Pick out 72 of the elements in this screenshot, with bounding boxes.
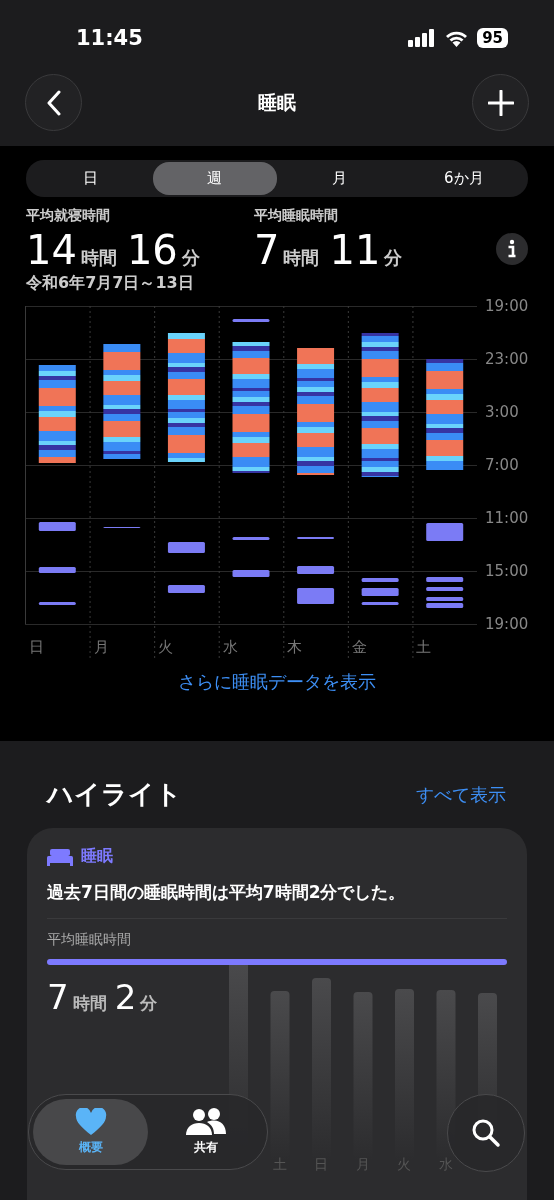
period-tab[interactable]: 月 [277,162,402,195]
nap-bar [426,577,464,582]
nap-bar [38,602,76,605]
nap-bar [426,587,464,591]
nap-bar [167,542,205,553]
screen-title: 睡眠 [258,89,296,115]
status-time: 11:45 [76,26,143,50]
period-tab[interactable]: 6か月 [401,162,526,195]
day-label: 金 [350,637,368,658]
period-tab[interactable]: 週 [152,162,277,195]
tab-item[interactable]: 概要 [33,1099,148,1165]
nap-bar [297,566,335,574]
stat-value: 16 [126,227,178,273]
heart-icon [74,1108,107,1136]
nap-bar [297,588,335,604]
stat-unit: 時間 [80,246,117,270]
people-icon [184,1108,227,1136]
nap-bar [38,567,76,573]
nap-bar [426,523,464,541]
metric-unit: 分 [140,992,158,1015]
stat-label: 平均睡眠時間 [254,207,339,225]
metric-label: 平均睡眠時間 [47,931,132,949]
metric-unit: 時間 [72,992,107,1015]
tab-item[interactable]: 共有 [148,1099,263,1165]
info-icon [507,239,517,259]
search-icon [471,1118,501,1148]
metric-value: 2 [114,977,137,1017]
nap-bar [361,588,399,596]
nap-bar [232,319,270,322]
nap-bar [361,602,399,605]
show-more-link[interactable]: さらに睡眠データを表示 [0,670,554,694]
axis-tick-label: 3:00 [485,403,520,421]
period-tab[interactable]: 日 [28,162,153,195]
category-label: 睡眠 [81,846,113,867]
nap-bar [426,603,464,608]
back-icon [45,89,62,116]
nap-bar [167,585,205,593]
day-label: 水 [221,637,239,658]
nap-bar [426,597,464,601]
section-title: ハイライト [47,778,182,811]
plus-icon [487,89,514,116]
day-label: 日 [28,637,45,658]
battery-indicator: 95 [477,28,508,48]
signal-icon [408,29,437,47]
axis-tick-label: 19:00 [485,297,529,315]
metric-value: 7 [47,977,69,1017]
stat-value: 7 [254,227,280,273]
nap-bar [232,537,270,540]
axis-tick-label: 15:00 [485,562,529,580]
axis-tick-label: 23:00 [485,350,529,368]
summary-text: 過去7日間の睡眠時間は平均7時間2分でした。 [47,881,407,904]
stat-value: 11 [329,227,381,273]
day-label: 木 [286,637,304,658]
info-button[interactable] [496,233,528,265]
day-label: 土 [415,637,433,658]
date-range: 令和6年7月7日～13日 [25,273,195,294]
nap-bar [38,522,76,531]
day-label: 火 [157,637,175,658]
axis-tick-label: 19:00 [485,615,529,633]
nap-bar [232,570,270,577]
bed-icon [47,847,73,866]
stat-label: 平均就寝時間 [26,207,111,225]
axis-tick-label: 11:00 [485,509,529,527]
stat-value: 14 [26,227,77,273]
stat-unit: 時間 [283,246,320,270]
see-all-link[interactable]: すべて表示 [416,782,506,807]
axis-tick-label: 7:00 [485,456,520,474]
day-label: 月 [92,637,110,658]
wifi-icon [444,29,470,47]
nap-bar [361,578,399,582]
stat-unit: 分 [181,246,200,270]
stat-unit: 分 [384,246,403,270]
